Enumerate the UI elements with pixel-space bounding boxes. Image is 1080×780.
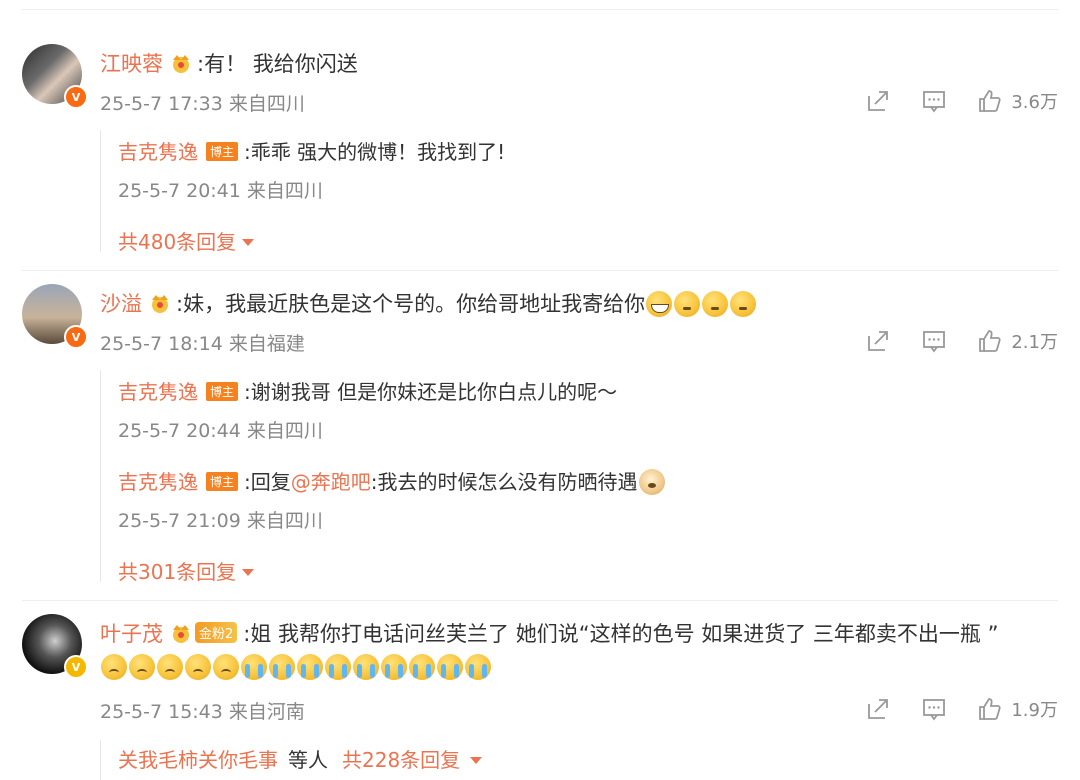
author-badge: 博主 [206, 472, 239, 491]
comment-timestamp: 25-5-7 18:14 来自福建 [100, 333, 305, 355]
share-icon[interactable] [865, 696, 891, 722]
comment-header: 江映蓉 :有！ 我给你闪送 [100, 48, 358, 78]
thinking-emoji-icon [702, 291, 729, 317]
reply-username[interactable]: 吉克隽逸 [118, 380, 198, 404]
sad-emoji-icon [101, 654, 127, 680]
like-count: 2.1万 [1011, 332, 1058, 353]
crying-emoji-icon [297, 654, 323, 680]
comment-text: :姐 我帮你打电话问丝芙兰了 她们说“这样的色号 如果进货了 三年都卖不出一瓶 … [243, 622, 999, 646]
verified-badge-icon: V [64, 325, 88, 349]
verified-badge-icon: V [64, 85, 88, 109]
crying-emoji-icon [437, 654, 463, 680]
reply-username[interactable]: 吉克隽逸 [118, 140, 198, 164]
reply-text: 等人 [288, 748, 328, 772]
reply-username[interactable]: 吉克隽逸 [118, 470, 198, 494]
sad-emoji-icon [185, 654, 211, 680]
comment-timestamp: 25-5-7 15:43 来自河南 [100, 701, 305, 723]
comment-text: :妹，我最近肤色是这个号的。你给哥地址我寄给你 [176, 292, 646, 316]
comment-username[interactable]: 江映蓉 [100, 52, 163, 76]
replies-block: 关我毛柿关你毛事 等人 共228条回复 [100, 740, 483, 780]
reply-prefix: :回复 [244, 470, 291, 494]
comment-actions: 2.1万 [865, 328, 1058, 354]
thumbs-up-icon[interactable] [977, 88, 1003, 114]
caret-down-icon [242, 239, 255, 246]
reply-item: 吉克隽逸 博主 :乖乖 强大的微博！我找到了! [118, 136, 505, 165]
comment-item: V 江映蓉 :有！ 我给你闪送 25-5-7 17:33 来自四川 3.6万 吉克… [0, 0, 1080, 270]
thumbs-up-icon[interactable] [977, 328, 1003, 354]
replies-block: 吉克隽逸 博主:乖乖 强大的微博！我找到了! 25-5-7 20:41 来自四川 … [100, 130, 505, 254]
sad-emoji-icon [157, 654, 183, 680]
crying-emoji-icon [353, 654, 379, 680]
doge-emoji-icon [638, 469, 665, 495]
comment-actions: 1.9万 [865, 696, 1058, 722]
comment-actions: 3.6万 [865, 88, 1058, 114]
comment-icon[interactable] [921, 328, 947, 354]
crying-emoji-icon [241, 654, 267, 680]
reply-preview[interactable]: 关我毛柿关你毛事 等人 共228条回复 [118, 744, 483, 773]
caret-down-icon [470, 757, 483, 764]
more-replies-label[interactable]: 共228条回复 [342, 748, 460, 772]
crown-icon [152, 295, 168, 313]
thinking-emoji-icon [674, 291, 701, 317]
comment-header: 沙溢 :妹，我最近肤色是这个号的。你给哥地址我寄给你 [100, 288, 757, 318]
crown-icon [173, 55, 189, 73]
author-badge: 博主 [206, 142, 239, 161]
reply-text: :谢谢我哥 但是你妹还是比你白点儿的呢～ [244, 380, 618, 404]
reply-username[interactable]: 关我毛柿关你毛事 [118, 748, 278, 772]
comment-text: :有！ 我给你闪送 [197, 52, 358, 76]
sad-emoji-icon [129, 654, 155, 680]
fan-badge: 金粉2 [195, 622, 238, 643]
mention-link[interactable]: @奔跑吧 [291, 470, 371, 494]
like-count: 3.6万 [1011, 92, 1058, 113]
verified-badge-icon: V [64, 655, 88, 679]
crying-emoji-icon [325, 654, 351, 680]
reply-timestamp: 25-5-7 21:09 来自四川 [118, 510, 323, 532]
crown-icon [173, 625, 189, 643]
reply-timestamp: 25-5-7 20:41 来自四川 [118, 180, 323, 202]
reply-timestamp: 25-5-7 20:44 来自四川 [118, 420, 323, 442]
crying-emoji-icon [269, 654, 295, 680]
more-replies-label: 共480条回复 [118, 230, 237, 254]
crying-emoji-icon [409, 654, 435, 680]
comment-icon[interactable] [921, 88, 947, 114]
like-count: 1.9万 [1011, 700, 1058, 721]
replies-block: 吉克隽逸 博主:谢谢我哥 但是你妹还是比你白点儿的呢～ 25-5-7 20:44 … [100, 370, 665, 584]
reply-text: :我去的时候怎么没有防晒待遇 [370, 470, 638, 494]
comment-username[interactable]: 叶子茂 [100, 622, 163, 646]
sad-emoji-icon [213, 654, 239, 680]
crying-emoji-icon [381, 654, 407, 680]
grin-emoji-icon [646, 291, 673, 317]
emoji-row [100, 654, 492, 680]
reply-item: 吉克隽逸 博主 :谢谢我哥 但是你妹还是比你白点儿的呢～ [118, 376, 617, 405]
share-icon[interactable] [865, 328, 891, 354]
comment-icon[interactable] [921, 696, 947, 722]
reply-item: 吉克隽逸 博主 :回复@奔跑吧:我去的时候怎么没有防晒待遇 [118, 466, 666, 495]
more-replies-link[interactable]: 共301条回复 [118, 556, 255, 585]
comment-timestamp: 25-5-7 17:33 来自四川 [100, 93, 305, 115]
more-replies-label: 共301条回复 [118, 560, 237, 584]
thinking-emoji-icon [730, 291, 757, 317]
comment-item: V 叶子茂 金粉2:姐 我帮你打电话问丝芙兰了 她们说“这样的色号 如果进货了 三… [0, 600, 1080, 780]
comment-username[interactable]: 沙溢 [100, 292, 142, 316]
thumbs-up-icon[interactable] [977, 696, 1003, 722]
share-icon[interactable] [865, 88, 891, 114]
author-badge: 博主 [206, 382, 239, 401]
crying-emoji-icon [465, 654, 491, 680]
caret-down-icon [242, 569, 255, 576]
more-replies-link[interactable]: 共480条回复 [118, 226, 255, 255]
reply-text: :乖乖 强大的微博！我找到了! [244, 140, 506, 164]
comment-header: 叶子茂 金粉2:姐 我帮你打电话问丝芙兰了 她们说“这样的色号 如果进货了 三年都… [100, 618, 999, 648]
comment-item: V 沙溢 :妹，我最近肤色是这个号的。你给哥地址我寄给你 25-5-7 18:14… [0, 270, 1080, 600]
